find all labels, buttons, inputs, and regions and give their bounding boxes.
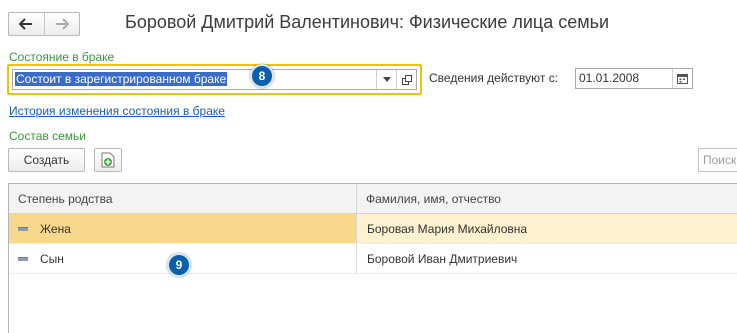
chevron-down-icon bbox=[382, 77, 391, 82]
navigation-buttons bbox=[8, 12, 80, 36]
column-header-full-name[interactable]: Фамилия, имя, отчество bbox=[357, 184, 737, 213]
column-header-relation[interactable]: Степень родства bbox=[9, 184, 357, 213]
row-marker-icon bbox=[18, 226, 28, 231]
callout-badge-8: 8 bbox=[250, 64, 274, 88]
family-table: Степень родства Фамилия, имя, отчество Ж… bbox=[8, 183, 737, 333]
marital-history-link[interactable]: История изменения состояния в браке bbox=[9, 104, 225, 118]
table-row[interactable]: Жена Боровая Мария Михайловна bbox=[9, 214, 737, 244]
page-title: Боровой Дмитрий Валентинович: Физические… bbox=[125, 12, 610, 32]
effective-date-label: Сведения действуют с: bbox=[429, 71, 559, 85]
full-name-cell: Боровой Иван Дмитриевич bbox=[367, 251, 518, 266]
row-marker-icon bbox=[18, 256, 28, 261]
arrow-right-icon bbox=[55, 18, 69, 30]
back-button[interactable] bbox=[9, 13, 44, 35]
add-document-icon bbox=[101, 152, 115, 168]
search-input[interactable]: Поиск bbox=[698, 148, 737, 172]
arrow-left-icon bbox=[19, 18, 33, 30]
calendar-button[interactable] bbox=[672, 69, 692, 88]
marital-status-label: Состояние в браке bbox=[9, 50, 115, 64]
add-copy-button[interactable] bbox=[94, 148, 122, 172]
create-button[interactable]: Создать bbox=[8, 148, 85, 172]
marital-status-dropdown-button[interactable] bbox=[376, 70, 396, 89]
relation-cell: Сын bbox=[40, 251, 64, 266]
relation-cell: Жена bbox=[40, 221, 71, 236]
marital-status-focus-frame: Состоит в зарегистрированном браке bbox=[7, 64, 422, 95]
callout-badge-9: 9 bbox=[167, 253, 191, 277]
marital-status-field[interactable]: Состоит в зарегистрированном браке bbox=[12, 69, 417, 90]
table-header: Степень родства Фамилия, имя, отчество bbox=[9, 184, 737, 214]
family-composition-label: Состав семьи bbox=[9, 129, 86, 143]
forward-button[interactable] bbox=[43, 13, 80, 35]
effective-date-value: 01.01.2008 bbox=[579, 71, 640, 85]
effective-date-field[interactable]: 01.01.2008 bbox=[575, 68, 693, 89]
marital-status-open-button[interactable] bbox=[396, 70, 416, 89]
open-form-icon bbox=[401, 74, 412, 85]
full-name-cell: Боровая Мария Михайловна bbox=[357, 214, 737, 243]
table-row[interactable]: Сын Боровой Иван Дмитриевич bbox=[9, 244, 737, 274]
calendar-icon bbox=[677, 74, 688, 84]
marital-status-value: Состоит в зарегистрированном браке bbox=[15, 72, 228, 86]
